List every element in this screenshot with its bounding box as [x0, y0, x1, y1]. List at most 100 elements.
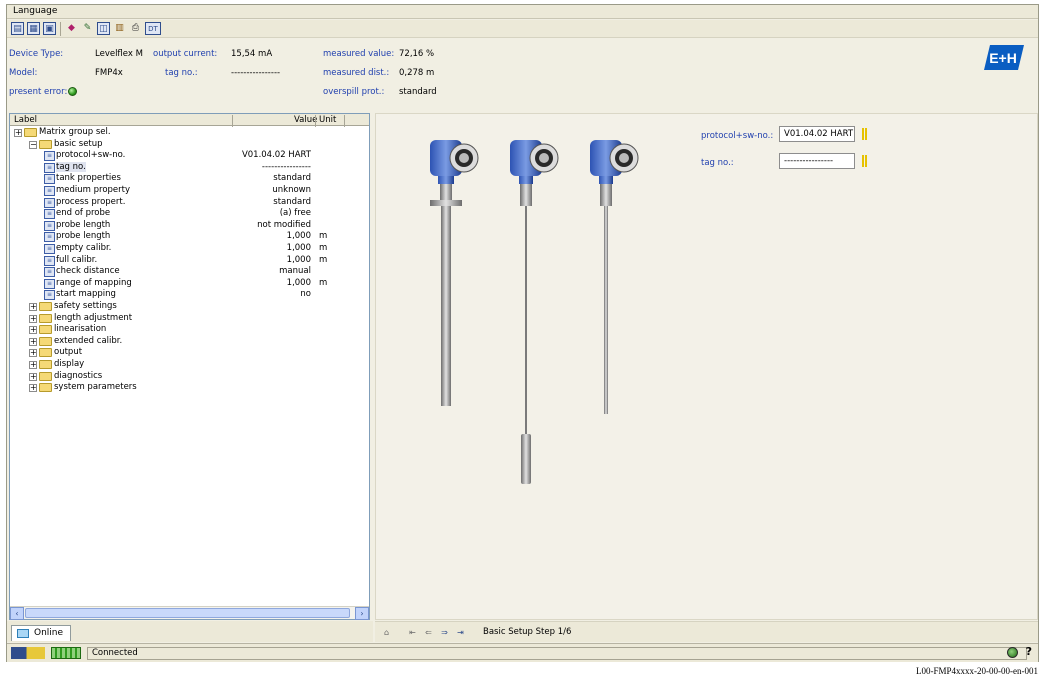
tree-group-row[interactable]: + Matrix group sel. — [10, 127, 369, 139]
toolbar-separator — [60, 22, 61, 36]
print-icon[interactable]: ⎙ — [129, 22, 142, 35]
parameter-icon: ≡ — [44, 220, 55, 231]
tree-row-label: full calibr. — [56, 254, 98, 265]
first-step-icon[interactable]: ⇤ — [407, 627, 418, 638]
view-tabs: Online — [7, 621, 373, 642]
tree-row-value: standard — [273, 173, 311, 184]
tree-group-row[interactable]: + output — [10, 347, 369, 359]
tag-no-field[interactable]: ---------------- — [779, 153, 855, 169]
device-type-value: Levelflex M — [95, 49, 143, 59]
tree-parameter-row[interactable]: ≡ probe length 1,000 m — [10, 231, 369, 243]
view-tree-icon[interactable]: ▤ — [11, 22, 24, 35]
tree-row-label: start mapping — [56, 289, 116, 300]
help-icon[interactable]: ? — [1026, 645, 1032, 658]
tree-parameter-row[interactable]: ≡ start mapping no — [10, 289, 369, 301]
next-step-icon[interactable]: ⇒ — [439, 627, 450, 638]
tree-parameter-row[interactable]: ≡ medium property unknown — [10, 185, 369, 197]
tree-group-row[interactable]: + system parameters — [10, 382, 369, 394]
tree-row-label: probe length — [56, 219, 111, 230]
expand-icon[interactable]: + — [29, 349, 37, 358]
tree-row-value: ---------------- — [261, 161, 311, 172]
tree-parameter-row[interactable]: ≡ tank properties standard — [10, 173, 369, 185]
parameter-icon: ≡ — [44, 186, 55, 196]
tree-row-label: Matrix group sel. — [39, 127, 111, 137]
previous-step-icon[interactable]: ⇐ — [423, 627, 434, 638]
edit-marker-icon — [862, 155, 867, 167]
step-indicator: Basic Setup Step 1/6 — [483, 627, 572, 637]
parameter-icon: ≡ — [44, 232, 55, 243]
online-globe-icon — [1007, 647, 1018, 658]
protocol-sw-label: protocol+sw-no.: — [701, 131, 774, 141]
tree-parameter-row[interactable]: ≡ full calibr. 1,000 m — [10, 255, 369, 267]
folder-icon — [39, 371, 52, 381]
tree-row-value: (a) free — [279, 208, 311, 219]
tree-parameter-row[interactable]: ≡ protocol+sw-no. V01.04.02 HART — [10, 150, 369, 162]
basic-setup-panel: protocol+sw-no.: V01.04.02 HART tag no.:… — [375, 113, 1038, 620]
horizontal-scrollbar[interactable]: ‹ › — [10, 606, 369, 620]
clipboard-icon[interactable]: ▥ — [113, 22, 126, 35]
expand-icon[interactable]: + — [29, 314, 37, 323]
tree-parameter-row[interactable]: ≡ check distance manual — [10, 266, 369, 278]
scroll-left-button[interactable]: ‹ — [10, 607, 24, 620]
tree-parameter-row[interactable]: ≡ end of probe (a) free — [10, 208, 369, 220]
tree-row-value: standard — [273, 196, 311, 207]
tree-group-row[interactable]: + display — [10, 359, 369, 371]
collapse-icon[interactable]: − — [29, 140, 37, 149]
protocol-sw-field[interactable]: V01.04.02 HART — [779, 126, 855, 142]
tag-no-value: ---------------- — [231, 68, 281, 78]
parameter-icon: ≡ — [44, 197, 55, 208]
tree-row-label: end of probe — [56, 208, 111, 219]
parameter-icon: ≡ — [44, 174, 55, 185]
menu-language[interactable]: Language — [13, 6, 57, 16]
tree-parameter-row[interactable]: ≡ process propert. standard — [10, 197, 369, 209]
tree-group-row[interactable]: − basic setup — [10, 139, 369, 151]
folder-icon — [39, 325, 52, 335]
scroll-thumb[interactable] — [25, 608, 350, 618]
device-diagnostic-icon[interactable]: ◆ — [65, 22, 78, 35]
folder-icon — [39, 360, 52, 369]
error-status-led-icon — [68, 87, 77, 96]
tree-group-row[interactable]: + extended calibr. — [10, 336, 369, 348]
tree-group-row[interactable]: + safety settings — [10, 301, 369, 313]
tree-group-row[interactable]: + linearisation — [10, 324, 369, 336]
view-graph-icon[interactable]: ▣ — [43, 22, 56, 35]
parameter-icon: ≡ — [44, 255, 55, 266]
last-step-icon[interactable]: ⇥ — [455, 627, 466, 638]
expand-icon[interactable]: + — [29, 372, 37, 381]
parameter-icon: ≡ — [44, 244, 55, 254]
tree-parameter-row[interactable]: ≡ range of mapping 1,000 m — [10, 278, 369, 290]
tree-header: Label Value Unit — [10, 114, 369, 127]
tree-row-label: tag no. — [56, 161, 86, 172]
present-error-label: present error: — [9, 87, 68, 97]
tree-parameter-row[interactable]: ≡ empty calibr. 1,000 m — [10, 243, 369, 255]
envelope-curve-icon[interactable]: ◫ — [97, 22, 110, 35]
tab-online[interactable]: Online — [11, 625, 71, 641]
scroll-right-button[interactable]: › — [355, 607, 369, 620]
expand-icon[interactable]: + — [29, 337, 37, 346]
column-value-header[interactable]: Value — [294, 115, 317, 125]
tree-parameter-row[interactable]: ≡ tag no. ---------------- — [10, 161, 369, 174]
view-table-icon[interactable]: ▦ — [27, 22, 40, 35]
expand-icon[interactable]: + — [29, 384, 37, 393]
expand-icon[interactable]: + — [29, 361, 37, 369]
levelflex-rope-probe-image — [510, 140, 559, 484]
tree-row-unit: m — [319, 277, 328, 288]
expand-icon[interactable]: + — [29, 326, 37, 335]
tree-group-row[interactable]: + length adjustment — [10, 313, 369, 325]
tree-parameter-row[interactable]: ≡ probe length not modified — [10, 220, 369, 232]
tree-group-row[interactable]: + diagnostics — [10, 371, 369, 383]
tree-row-label: linearisation — [54, 324, 107, 335]
model-value: FMP4x — [95, 68, 123, 78]
folder-icon — [24, 128, 37, 137]
expand-icon[interactable]: + — [14, 129, 22, 137]
home-icon[interactable]: ⌂ — [381, 627, 392, 638]
column-unit-header[interactable]: Unit — [319, 115, 336, 125]
tools-icon[interactable]: ✎ — [81, 22, 94, 35]
tree-row-value: not modified — [257, 219, 311, 230]
column-label-header[interactable]: Label — [14, 115, 37, 125]
tree-row-label: diagnostics — [54, 370, 103, 381]
dtm-icon[interactable]: DT — [145, 22, 161, 35]
expand-icon[interactable]: + — [29, 303, 37, 311]
tree-row-label: empty calibr. — [56, 243, 112, 253]
tree-row-value: 1,000 — [286, 277, 311, 288]
